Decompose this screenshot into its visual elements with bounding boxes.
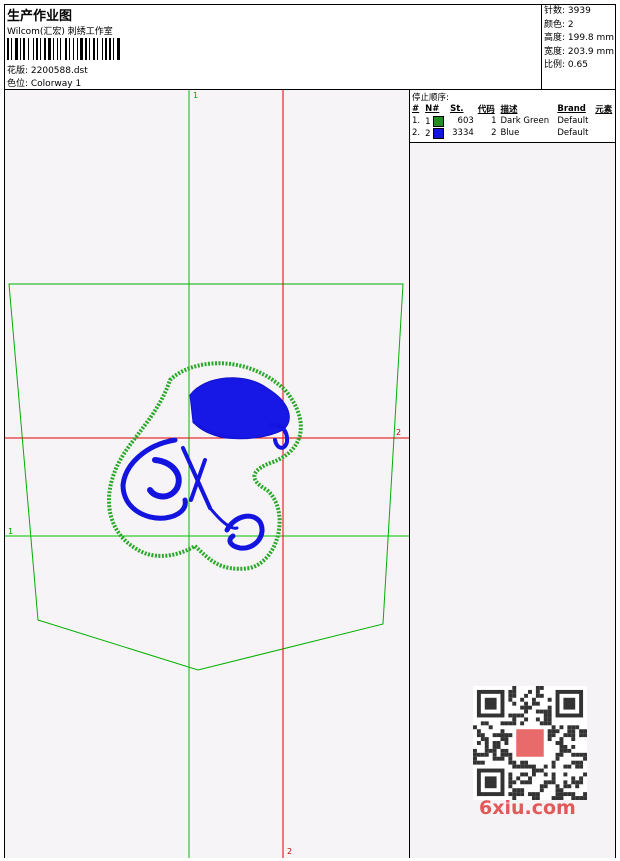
needle-number: 2 — [425, 128, 431, 139]
site-watermark: 6xiu.com — [479, 797, 576, 819]
row-description: Dark Green — [500, 116, 550, 126]
color-count: 颜色: 2 — [544, 19, 574, 30]
design-file-label: 花版: 2200588.dst — [7, 66, 88, 76]
row-index: 2. — [412, 128, 421, 138]
small-hook — [224, 513, 265, 551]
stop-sequence-table: # N# St. 代码 描述 Brand 元素 1. 1 603 1 Dark … — [410, 102, 616, 139]
col-brand: Brand — [557, 103, 586, 114]
col-element: 元素 — [595, 104, 613, 115]
inner-curl — [147, 457, 182, 500]
color-swatch — [433, 127, 445, 139]
pocket-outline — [8, 283, 404, 671]
worksheet-header: 生产作业图 Wilcom(汇宏) 刺绣工作室 花版: 2200588.dst 色… — [5, 5, 615, 89]
row-description: Blue — [500, 128, 520, 138]
col-stitches: St. — [450, 103, 464, 114]
qr-code — [473, 686, 587, 800]
production-worksheet: 生产作业图 Wilcom(汇宏) 刺绣工作室 花版: 2200588.dst 色… — [4, 4, 616, 858]
design-stats: 针数: 3939 颜色: 2 高度: 199.8 mm 宽度: 203.9 mm… — [541, 5, 616, 89]
color-swatch — [433, 115, 445, 127]
green-vertical-marker: 1 — [193, 91, 199, 100]
design-height: 高度: 199.8 mm — [544, 33, 615, 44]
row-element — [593, 115, 616, 127]
qr-finder-bl — [476, 768, 505, 797]
col-description: 描述 — [500, 104, 518, 115]
table-row: 1. 1 603 1 Dark Green Default — [410, 115, 616, 127]
design-scale: 比例: 0.65 — [544, 60, 588, 71]
design-width: 宽度: 203.9 mm — [544, 46, 615, 57]
red-horizontal-marker: 2 — [396, 428, 402, 437]
col-needle: N# — [425, 103, 440, 114]
design-preview — [5, 90, 409, 858]
qr-finder-tl — [476, 689, 505, 718]
barcode — [7, 38, 120, 60]
row-index: 1. — [412, 116, 421, 126]
col-code: 代码 — [477, 104, 495, 115]
row-element — [593, 127, 616, 139]
row-needle: 1 — [423, 115, 448, 127]
col-index: # — [412, 103, 420, 114]
blue-embroidery — [120, 377, 290, 551]
colorway-label: 色位: Colorway 1 — [7, 79, 82, 89]
stop-sequence-panel: 停止顺序: # N# St. 代码 描述 Brand 元素 1. 1 603 1… — [409, 90, 616, 143]
red-vertical-marker: 2 — [287, 847, 293, 856]
row-brand: Default — [557, 128, 589, 138]
row-code: 1 — [491, 116, 497, 126]
row-stitches: 603 — [457, 116, 474, 126]
green-horizontal-marker: 1 — [8, 527, 14, 536]
header-info: 生产作业图 Wilcom(汇宏) 刺绣工作室 花版: 2200588.dst 色… — [5, 5, 541, 89]
table-header-row: # N# St. 代码 描述 Brand 元素 — [410, 102, 616, 115]
page-title: 生产作业图 — [7, 9, 73, 24]
row-needle: 2 — [423, 127, 448, 139]
qr-logo-seal — [516, 729, 544, 757]
qr-finder-tr — [555, 689, 584, 718]
company-name: Wilcom(汇宏) 刺绣工作室 — [7, 27, 113, 37]
table-row: 2. 2 3334 2 Blue Default — [410, 127, 616, 139]
row-code: 2 — [491, 128, 497, 138]
stitch-count: 针数: 3939 — [544, 6, 591, 16]
needle-number: 1 — [425, 116, 431, 127]
row-brand: Default — [557, 116, 589, 126]
embroidery-canvas: 1 1 2 2 — [5, 90, 409, 858]
row-stitches: 3334 — [452, 128, 474, 138]
